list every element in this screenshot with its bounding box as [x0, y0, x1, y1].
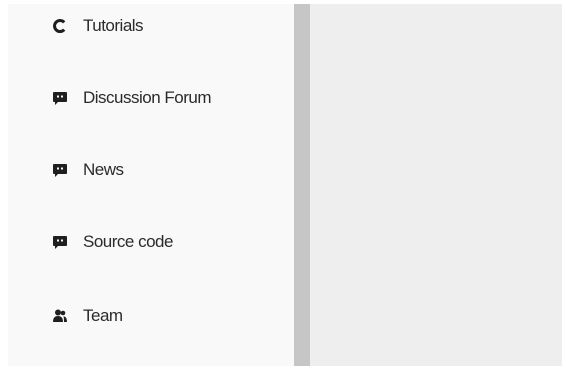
main-content [310, 4, 562, 366]
sidebar: Tutorials Discussion Forum News Source c… [8, 4, 294, 366]
chat-bubble-icon [52, 90, 68, 106]
sidebar-item-label: News [83, 160, 124, 179]
sidebar-item-tutorials[interactable]: Tutorials [52, 12, 144, 40]
sidebar-item-discussion-forum[interactable]: Discussion Forum [52, 84, 212, 112]
sidebar-item-team[interactable]: Team [52, 302, 123, 330]
page: Tutorials Discussion Forum News Source c… [0, 0, 566, 374]
sidebar-item-news[interactable]: News [52, 156, 124, 184]
refresh-circle-icon [52, 18, 68, 34]
chat-bubble-icon [52, 234, 68, 250]
sidebar-item-label: Tutorials [83, 16, 144, 35]
sidebar-divider [294, 4, 310, 366]
sidebar-item-label: Source code [83, 232, 173, 251]
sidebar-item-label: Team [83, 306, 123, 325]
chat-bubble-icon [52, 162, 68, 178]
users-icon [52, 308, 68, 324]
sidebar-item-source-code[interactable]: Source code [52, 228, 173, 256]
sidebar-item-label: Discussion Forum [83, 88, 212, 107]
